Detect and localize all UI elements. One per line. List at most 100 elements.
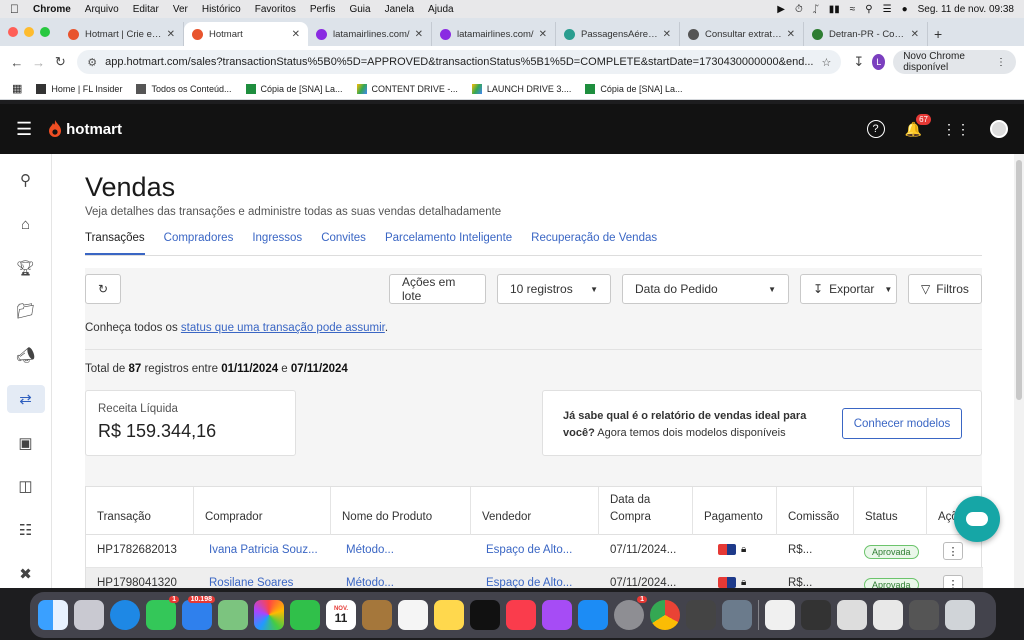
- tab-ingressos[interactable]: Ingressos: [252, 228, 302, 255]
- forward-button[interactable]: →: [30, 55, 48, 70]
- wallet-icon[interactable]: ▣: [7, 428, 45, 457]
- seller-link[interactable]: Espaço de Alto...: [486, 544, 572, 556]
- column-header-product[interactable]: Nome do Produto: [342, 509, 432, 526]
- menu-editar[interactable]: Editar: [133, 4, 159, 15]
- column-header-status[interactable]: Status: [865, 509, 898, 526]
- back-button[interactable]: ←: [8, 55, 26, 70]
- seller-link[interactable]: Espaço de Alto...: [486, 577, 572, 588]
- trash-icon[interactable]: [945, 600, 975, 630]
- bookmark-item[interactable]: Todos os Conteúd...: [136, 83, 232, 94]
- tools-icon[interactable]: ✖: [7, 559, 45, 588]
- close-tab-icon[interactable]: ✕: [539, 29, 547, 40]
- close-tab-icon[interactable]: ✕: [415, 29, 423, 40]
- menu-perfis[interactable]: Perfis: [310, 4, 336, 15]
- buyer-link[interactable]: Rosilane Soares: [209, 577, 293, 588]
- browser-tab[interactable]: PassagensAéreas. ✕: [556, 22, 680, 46]
- product-link[interactable]: Método...: [346, 544, 394, 556]
- battery-icon[interactable]: ▮▮: [829, 4, 840, 15]
- new-tab-button[interactable]: +: [934, 22, 942, 46]
- maps-icon[interactable]: [218, 600, 248, 630]
- apple-icon[interactable]: : [10, 2, 19, 16]
- messages-icon[interactable]: 1: [146, 596, 179, 630]
- chrome-icon[interactable]: [650, 600, 680, 630]
- bookmark-item[interactable]: Cópia de [SNA] La...: [245, 83, 343, 94]
- hotmart-logo[interactable]: hotmart: [48, 120, 122, 138]
- launchpad-icon[interactable]: [74, 600, 104, 630]
- menu-arquivo[interactable]: Arquivo: [85, 4, 119, 15]
- menu-app-name[interactable]: Chrome: [33, 4, 71, 15]
- filters-button[interactable]: ▽ Filtros: [908, 274, 982, 304]
- menu-favoritos[interactable]: Favoritos: [255, 4, 296, 15]
- row-actions-button[interactable]: ⋮: [943, 542, 963, 560]
- tab-compradores[interactable]: Compradores: [164, 228, 234, 255]
- user-avatar[interactable]: [990, 120, 1008, 138]
- safari-icon[interactable]: [110, 600, 140, 630]
- mail-icon[interactable]: 10.198: [182, 596, 215, 630]
- calendar-icon[interactable]: NOV. 11: [326, 600, 356, 630]
- play-icon[interactable]: ▶: [777, 4, 785, 15]
- analytics-icon[interactable]: ◫: [7, 472, 45, 501]
- column-header-buyer[interactable]: Comprador: [205, 509, 263, 526]
- trophy-icon[interactable]: 🏆︎: [7, 253, 45, 282]
- system-settings-icon[interactable]: 1: [614, 596, 647, 630]
- close-tab-icon[interactable]: ✕: [911, 29, 919, 40]
- stopwatch-icon[interactable]: ⏱: [795, 4, 803, 15]
- export-button[interactable]: ↧ Exportar ▼: [800, 274, 897, 304]
- product-link[interactable]: Método...: [346, 577, 394, 588]
- menu-historico[interactable]: Histórico: [202, 4, 241, 15]
- table-row[interactable]: HP1798041320 Rosilane Soares Método... E…: [86, 568, 983, 588]
- buyer-link[interactable]: Ivana Patricia Souz...: [209, 544, 318, 556]
- refresh-button[interactable]: ↻: [85, 274, 121, 304]
- close-tab-icon[interactable]: ✕: [663, 29, 671, 40]
- contacts-icon[interactable]: [362, 600, 392, 630]
- menu-ajuda[interactable]: Ajuda: [428, 4, 454, 15]
- home-icon[interactable]: ⌂: [7, 210, 45, 239]
- search-icon[interactable]: ⚲: [7, 166, 45, 195]
- folder-icon[interactable]: 📁︎: [7, 297, 45, 326]
- reminders-icon[interactable]: [398, 600, 428, 630]
- apple-tv-icon[interactable]: [470, 600, 500, 630]
- help-icon[interactable]: ?: [866, 120, 885, 138]
- calculator-icon[interactable]: [686, 600, 716, 630]
- search-icon[interactable]: ⚲: [865, 4, 872, 15]
- more-menu-icon[interactable]: ⋮: [996, 57, 1006, 68]
- transaction-id[interactable]: HP1798041320: [97, 577, 177, 588]
- menu-guia[interactable]: Guia: [349, 4, 370, 15]
- control-center-icon[interactable]: ☰: [883, 4, 892, 15]
- status-help-link[interactable]: status que uma transação pode assumir: [181, 322, 385, 334]
- bookmark-item[interactable]: LAUNCH DRIVE 3....: [471, 83, 571, 94]
- bookmark-item[interactable]: Home | FL Insider: [36, 83, 122, 94]
- finder-icon[interactable]: [38, 600, 68, 630]
- browser-tab[interactable]: Hotmart | Crie e ve ✕: [60, 22, 184, 46]
- column-header-purchase-date[interactable]: Data da Compra: [610, 492, 651, 526]
- apps-grid-icon[interactable]: ⋮⋮: [942, 121, 970, 138]
- browser-tab[interactable]: Consultar extrato d ✕: [680, 22, 804, 46]
- browser-tab-active[interactable]: Hotmart ✕: [184, 22, 308, 46]
- column-header-commission[interactable]: Comissão: [788, 509, 839, 526]
- sales-icon[interactable]: ⇄: [6, 384, 45, 414]
- tab-parcelamento[interactable]: Parcelamento Inteligente: [385, 228, 512, 255]
- screenshot-thumbnail-icon[interactable]: [873, 600, 903, 630]
- download-icon[interactable]: ↧: [853, 54, 864, 70]
- app-store-icon[interactable]: [578, 600, 608, 630]
- facetime-icon[interactable]: [290, 600, 320, 630]
- scrollbar-thumb[interactable]: [1016, 160, 1022, 400]
- close-tab-icon[interactable]: ✕: [292, 29, 300, 40]
- page-scrollbar[interactable]: [1014, 154, 1024, 588]
- apps-grid-icon[interactable]: ▦: [12, 82, 22, 95]
- batch-actions-button[interactable]: Ações em lote: [389, 274, 486, 304]
- screenshot-thumbnail-icon[interactable]: [837, 600, 867, 630]
- close-tab-icon[interactable]: ✕: [787, 29, 795, 40]
- bookmark-star-icon[interactable]: ☆: [822, 56, 832, 69]
- close-tab-icon[interactable]: ✕: [167, 29, 175, 40]
- menu-ver[interactable]: Ver: [173, 4, 188, 15]
- minimize-window-button[interactable]: [24, 27, 34, 37]
- bookmark-item[interactable]: CONTENT DRIVE -...: [356, 83, 458, 94]
- bookmark-item[interactable]: Cópia de [SNA] La...: [585, 83, 682, 94]
- calculator-window-icon[interactable]: [909, 600, 939, 630]
- date-field-select[interactable]: Data do Pedido ▼: [622, 274, 789, 304]
- wifi-icon[interactable]: ≈: [850, 4, 856, 15]
- address-bar[interactable]: ⚙ app.hotmart.com/sales?transactionStatu…: [77, 50, 842, 74]
- profile-avatar[interactable]: L: [872, 54, 886, 70]
- transaction-id[interactable]: HP1782682013: [97, 544, 177, 556]
